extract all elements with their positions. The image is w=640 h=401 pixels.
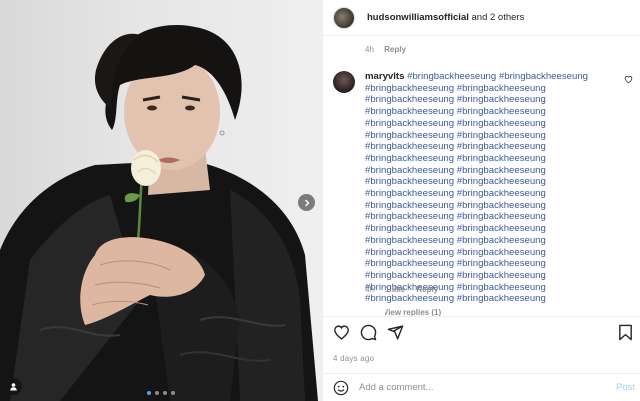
hashtag-link[interactable]: #bringbackheeseung [499,71,588,82]
carousel-dot [147,391,151,395]
comment-hashtags: #bringbackheeseung #bringbackheeseung #b… [365,71,588,304]
hashtag-link[interactable]: #bringbackheeseung [457,83,546,94]
carousel-dot [155,391,159,395]
hashtag-link[interactable]: #bringbackheeseung [457,282,546,293]
collaborators-link[interactable]: and 2 others [472,12,525,23]
hashtag-link[interactable]: #bringbackheeseung [457,188,546,199]
hashtag-link[interactable]: #bringbackheeseung [457,258,546,269]
comment-username[interactable]: maryvlts [365,71,404,82]
hashtag-link[interactable]: #bringbackheeseung [365,153,454,164]
avatar[interactable] [333,71,355,93]
hashtag-link[interactable]: #bringbackheeseung [365,118,454,129]
hashtag-link[interactable]: #bringbackheeseung [457,141,546,152]
hashtag-link[interactable]: #bringbackheeseung [365,235,454,246]
hashtag-link[interactable]: #bringbackheeseung [457,165,546,176]
carousel-dot [171,391,175,395]
hashtag-link[interactable]: #bringbackheeseung [457,118,546,129]
hashtag-link[interactable]: #bringbackheeseung [365,165,454,176]
hashtag-link[interactable]: #bringbackheeseung [457,270,546,281]
post-comment-button[interactable]: Post [616,382,635,393]
hashtag-link[interactable]: #bringbackheeseung [457,211,546,222]
user-icon [10,383,17,391]
post-timestamp: 4 days ago [333,354,375,363]
hashtag-link[interactable]: #bringbackheeseung [457,94,546,105]
reply-button[interactable]: Reply [416,285,438,294]
emoji-icon[interactable] [333,380,349,396]
hashtag-link[interactable]: #bringbackheeseung [365,130,454,141]
hashtag-link[interactable]: #bringbackheeseung [365,106,454,117]
comment-time: 4h [365,285,374,294]
next-slide-button[interactable] [298,194,315,211]
hashtag-link[interactable]: #bringbackheeseung [457,176,546,187]
post-side-panel: hudsonwilliamsofficial and 2 others 4h R… [322,0,640,401]
hashtag-link[interactable]: #bringbackheeseung [365,223,454,234]
share-icon[interactable] [387,324,404,341]
hashtag-link[interactable]: #bringbackheeseung [365,188,454,199]
hashtag-link[interactable]: #bringbackheeseung [457,106,546,117]
hashtag-link[interactable]: #bringbackheeseung [365,247,454,258]
hashtag-link[interactable]: #bringbackheeseung [365,270,454,281]
add-comment-bar: Post [323,373,640,401]
post-author: hudsonwilliamsofficial and 2 others [367,12,524,23]
hashtag-link[interactable]: #bringbackheeseung [365,83,454,94]
post-header: hudsonwilliamsofficial and 2 others [323,0,640,36]
hashtag-link[interactable]: #bringbackheeseung [457,130,546,141]
avatar[interactable] [333,6,355,29]
comment-meta: 4h 1 like Reply [365,285,447,294]
post-photo[interactable] [0,0,322,401]
previous-comment-meta: 4h Reply [365,45,414,54]
hashtag-link[interactable]: #bringbackheeseung [365,211,454,222]
comment-icon[interactable] [360,324,377,341]
chevron-right-icon [304,199,309,206]
comment-input[interactable] [359,382,579,393]
hashtag-link[interactable]: #bringbackheeseung [407,71,496,82]
hashtag-link[interactable]: #bringbackheeseung [457,200,546,211]
comment-likes[interactable]: 1 like [385,285,405,294]
reply-button[interactable]: Reply [384,45,406,54]
hashtag-link[interactable]: #bringbackheeseung [457,293,546,304]
hashtag-link[interactable]: #bringbackheeseung [365,200,454,211]
comment-time: 4h [365,45,374,54]
view-replies-button[interactable]: View replies (1) [385,308,441,316]
hashtag-link[interactable]: #bringbackheeseung [457,247,546,258]
hashtag-link[interactable]: #bringbackheeseung [365,141,454,152]
author-username[interactable]: hudsonwilliamsofficial [367,12,469,23]
hashtag-link[interactable]: #bringbackheeseung [365,94,454,105]
hashtag-link[interactable]: #bringbackheeseung [457,235,546,246]
hashtag-link[interactable]: #bringbackheeseung [365,293,454,304]
comment-text: maryvlts #bringbackheeseung #bringbackhe… [365,71,605,305]
carousel-dot [163,391,167,395]
post-actions: 4 days ago Post [323,316,640,400]
portrait-photo [0,24,318,401]
tagged-users-button[interactable] [5,378,22,395]
hashtag-link[interactable]: #bringbackheeseung [457,153,546,164]
hashtag-link[interactable]: #bringbackheeseung [457,223,546,234]
heart-icon[interactable] [333,324,350,341]
hashtag-link[interactable]: #bringbackheeseung [365,176,454,187]
like-comment-icon[interactable] [624,75,633,84]
hashtag-link[interactable]: #bringbackheeseung [365,258,454,269]
bookmark-icon[interactable] [618,324,633,341]
carousel-indicator [147,391,175,395]
